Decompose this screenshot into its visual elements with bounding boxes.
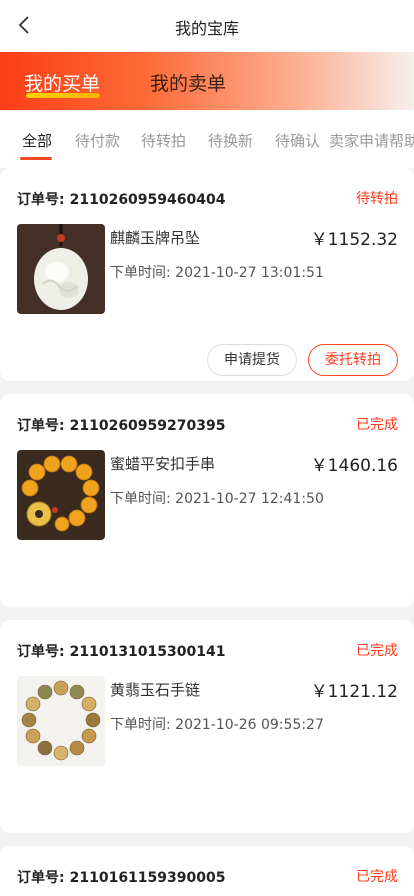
- active-banner-tab-underline: [26, 93, 100, 98]
- order-status: 待转拍: [356, 191, 398, 207]
- tab-pending-resale[interactable]: 待转拍: [141, 130, 186, 151]
- product-image-jade-pendant[interactable]: [17, 224, 105, 314]
- product-image-amber-bracelet[interactable]: [17, 450, 105, 540]
- order-card[interactable]: 订单号: 2110260959460404 待转拍 麒麟玉牌吊坠 ￥1152.32…: [0, 168, 414, 381]
- product-price: ￥1460.16: [310, 456, 398, 476]
- nav-bar: 我的宝库: [0, 0, 414, 52]
- product-price: ￥1121.12: [310, 682, 398, 702]
- tab-pending-confirm[interactable]: 待确认: [275, 130, 320, 151]
- order-number: 订单号: 2110260959270395: [17, 418, 226, 434]
- product-name[interactable]: 麒麟玉牌吊坠: [110, 227, 200, 248]
- order-time: 下单时间: 2021-10-27 12:41:50: [110, 491, 324, 507]
- tab-my-sell-orders[interactable]: 我的卖单: [150, 69, 226, 96]
- order-number: 订单号: 2110161159390005: [17, 870, 226, 886]
- tab-pending-payment[interactable]: 待付款: [75, 130, 120, 151]
- product-image-jade-bracelet[interactable]: [17, 676, 105, 766]
- order-time: 下单时间: 2021-10-26 09:55:27: [110, 717, 324, 733]
- product-name[interactable]: 黄翡玉石手链: [110, 679, 200, 700]
- tab-my-buy-orders[interactable]: 我的买单: [24, 69, 100, 96]
- order-number: 订单号: 2110260959460404: [17, 192, 226, 208]
- product-name[interactable]: 蜜蜡平安扣手串: [110, 453, 215, 474]
- tab-pending-exchange[interactable]: 待换新: [208, 130, 253, 151]
- product-price: ￥1152.32: [310, 230, 398, 250]
- status-tabs: 全部 待付款 待转拍 待换新 待确认 卖家申请帮助: [0, 110, 414, 168]
- active-tab-underline: [20, 157, 52, 160]
- order-card[interactable]: 订单号: 2110131015300141 已完成 黄翡玉石手链 ￥1121.12…: [0, 620, 414, 833]
- order-status: 已完成: [356, 417, 398, 433]
- order-status: 已完成: [356, 869, 398, 885]
- tab-seller-help[interactable]: 卖家申请帮助: [329, 130, 414, 151]
- order-status: 已完成: [356, 643, 398, 659]
- order-card[interactable]: 订单号: 2110260959270395 已完成 蜜蜡平安扣手串 ￥1460.1…: [0, 394, 414, 607]
- order-card[interactable]: 订单号: 2110161159390005 已完成: [0, 846, 414, 896]
- order-time: 下单时间: 2021-10-27 13:01:51: [110, 265, 324, 281]
- tab-all[interactable]: 全部: [22, 130, 52, 151]
- consign-resale-button[interactable]: 委托转拍: [308, 344, 398, 376]
- order-type-banner: 我的买单 我的卖单: [0, 52, 414, 110]
- page-title: 我的宝库: [174, 19, 239, 38]
- request-pickup-button[interactable]: 申请提货: [207, 344, 297, 376]
- order-number: 订单号: 2110131015300141: [17, 644, 226, 660]
